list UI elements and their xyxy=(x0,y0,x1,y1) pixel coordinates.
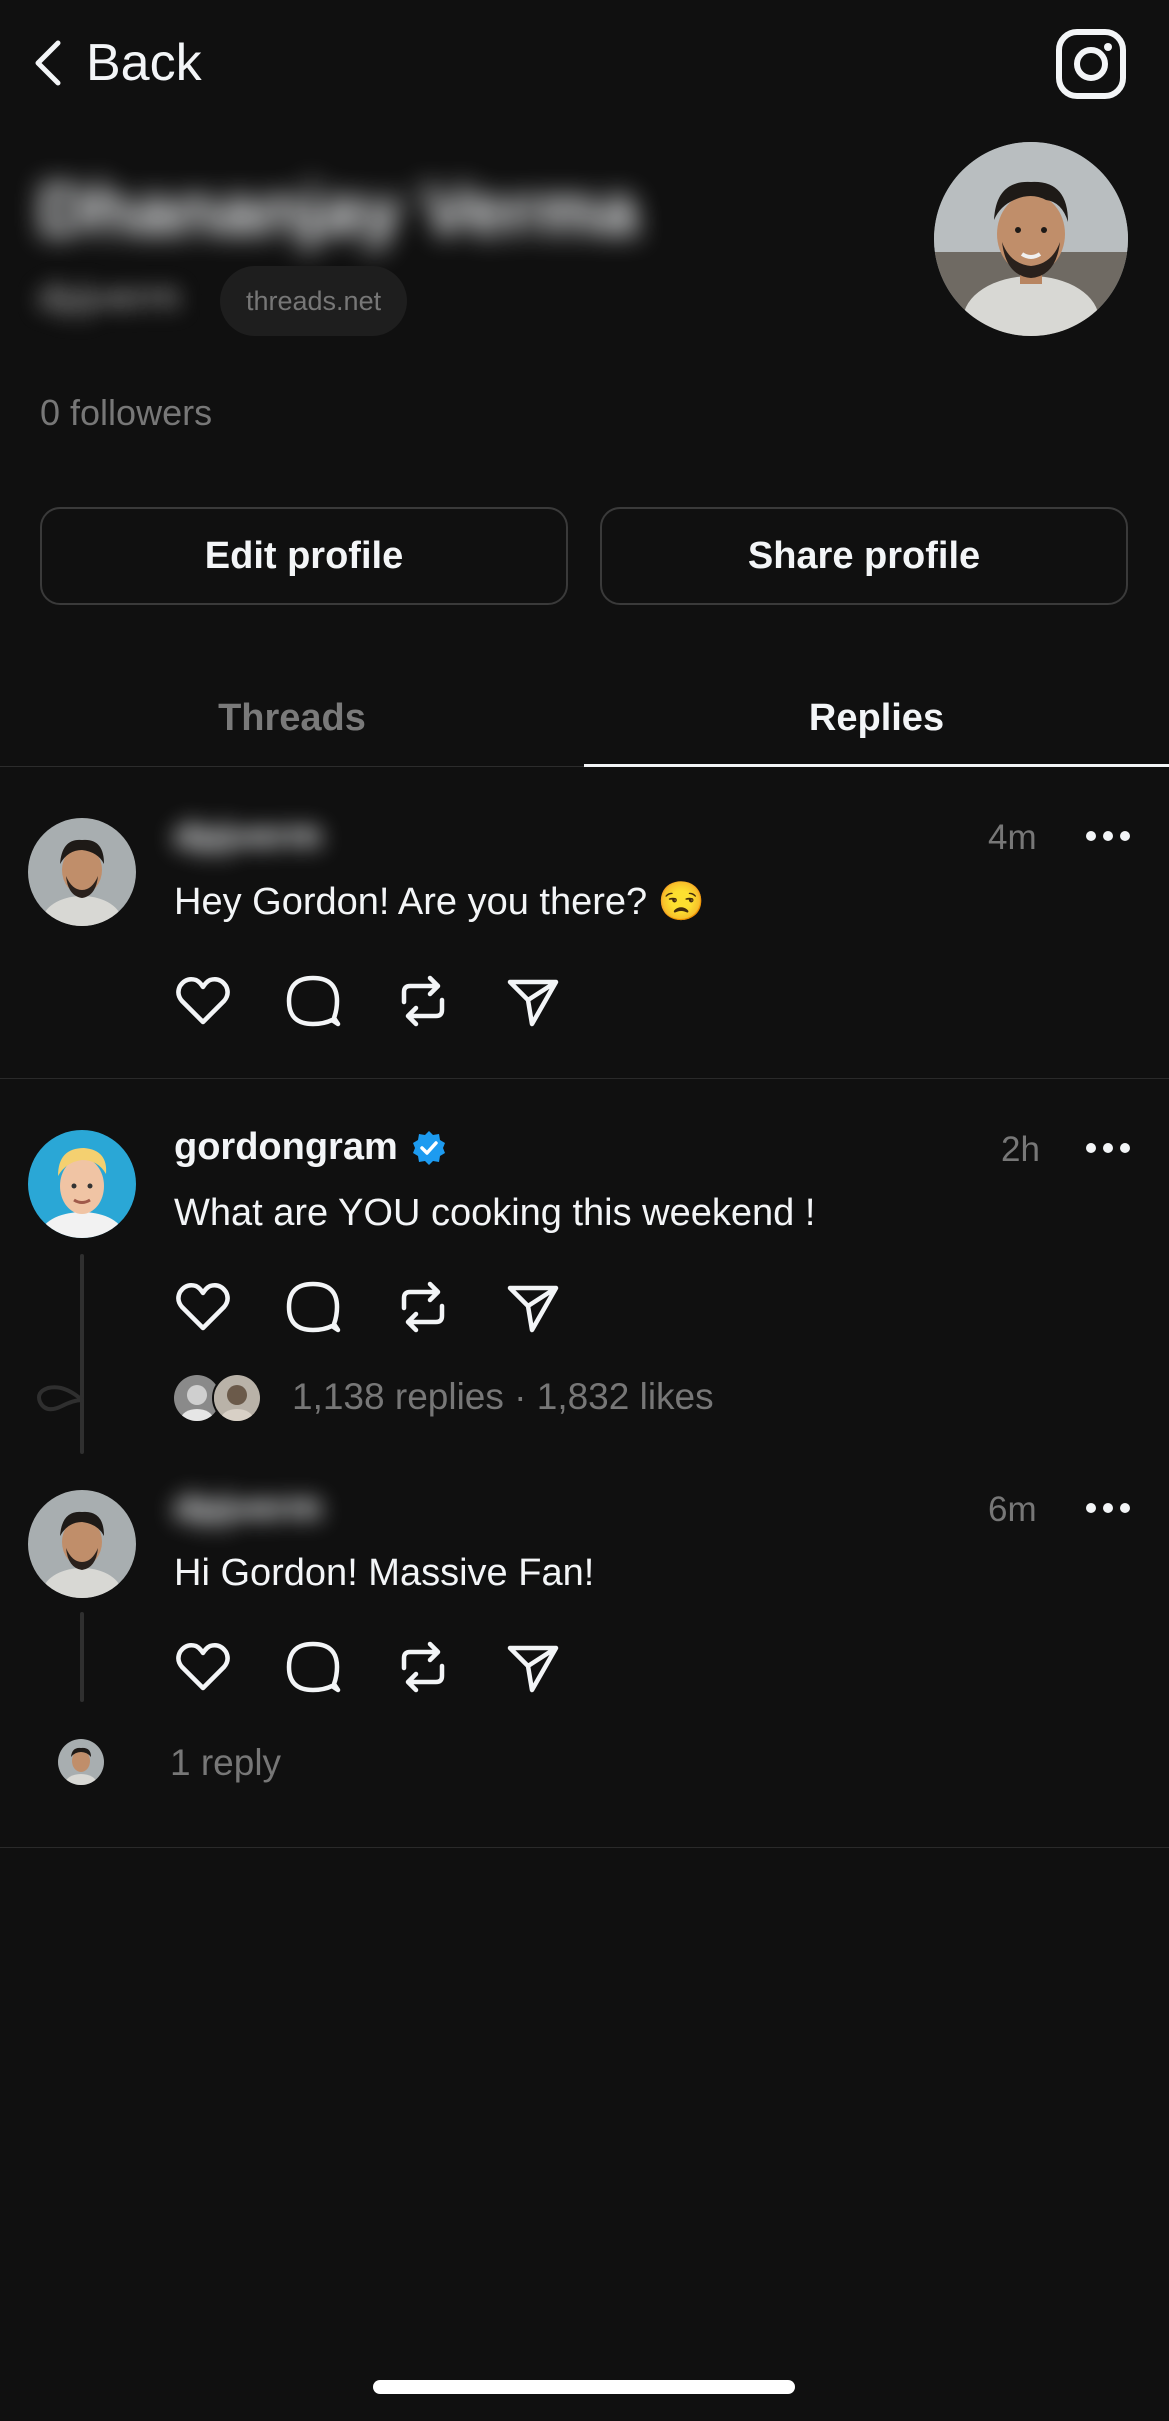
post-time: 2h xyxy=(1001,1130,1040,1169)
more-icon[interactable] xyxy=(1085,1502,1131,1514)
username[interactable]: dpjverm xyxy=(174,815,322,858)
tab-threads[interactable]: Threads xyxy=(0,670,584,766)
home-indicator[interactable] xyxy=(373,2380,795,2394)
post-actions xyxy=(174,972,562,1030)
share-profile-button[interactable]: Share profile xyxy=(600,507,1128,605)
send-icon[interactable] xyxy=(504,1278,562,1336)
avatar[interactable] xyxy=(28,818,136,926)
followers-count[interactable]: 0 followers xyxy=(40,392,212,434)
more-icon[interactable] xyxy=(1085,1142,1131,1154)
username[interactable]: dpjverm xyxy=(174,1487,322,1530)
back-button[interactable]: Back xyxy=(30,28,202,98)
replier-avatar xyxy=(212,1373,262,1423)
comment-icon[interactable] xyxy=(284,1638,342,1696)
back-label: Back xyxy=(86,34,202,92)
repost-icon[interactable] xyxy=(394,1278,452,1336)
post-text: What are YOU cooking this weekend ! xyxy=(174,1192,816,1234)
post-actions xyxy=(174,1638,562,1696)
comment-icon[interactable] xyxy=(284,1278,342,1336)
send-icon[interactable] xyxy=(504,972,562,1030)
username[interactable]: gordongram xyxy=(174,1126,398,1169)
chevron-left-icon xyxy=(35,40,61,86)
avatar[interactable] xyxy=(28,1130,136,1238)
instagram-icon[interactable] xyxy=(1055,28,1127,100)
heart-icon[interactable] xyxy=(174,1278,232,1336)
tab-replies[interactable]: Replies xyxy=(584,670,1169,766)
post-stats[interactable]: 1,138 replies · 1,832 likes xyxy=(292,1376,714,1418)
post-text: Hey Gordon! Are you there? 😒 xyxy=(174,881,706,923)
post-divider xyxy=(0,1847,1169,1848)
comment-icon[interactable] xyxy=(284,972,342,1030)
avatar[interactable] xyxy=(28,1490,136,1598)
repost-icon[interactable] xyxy=(394,1638,452,1696)
post-text: Hi Gordon! Massive Fan! xyxy=(174,1552,595,1594)
username-row: gordongram xyxy=(174,1126,448,1169)
profile-name: Dhananjay Verma xyxy=(38,171,639,251)
profile-handle: dpjverm xyxy=(38,275,181,319)
profile-avatar[interactable] xyxy=(934,142,1128,336)
verified-badge-icon xyxy=(412,1130,445,1165)
post-actions xyxy=(174,1278,562,1336)
thread-line xyxy=(80,1612,84,1702)
send-icon[interactable] xyxy=(504,1638,562,1696)
post-divider xyxy=(0,1078,1169,1079)
thread-line xyxy=(80,1254,84,1454)
heart-icon[interactable] xyxy=(174,1638,232,1696)
more-icon[interactable] xyxy=(1085,830,1131,842)
repost-icon[interactable] xyxy=(394,972,452,1030)
replier-avatar xyxy=(56,1737,106,1787)
post-time: 4m xyxy=(988,818,1037,857)
tab-active-indicator xyxy=(584,764,1169,767)
reply-count[interactable]: 1 reply xyxy=(170,1742,281,1784)
edit-profile-button[interactable]: Edit profile xyxy=(40,507,568,605)
threads-domain-badge[interactable]: threads.net xyxy=(220,266,408,336)
heart-icon[interactable] xyxy=(174,972,232,1030)
thread-loop-icon xyxy=(37,1385,84,1412)
post-time: 6m xyxy=(988,1490,1037,1529)
